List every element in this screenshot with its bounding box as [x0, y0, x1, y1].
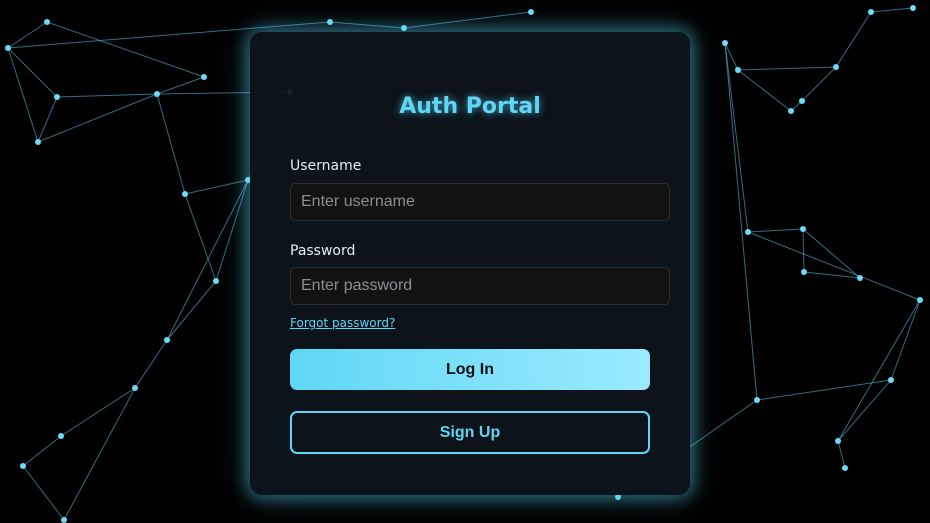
network-node — [801, 269, 807, 275]
network-line — [184, 193, 217, 282]
network-node — [213, 278, 219, 284]
network-line — [724, 42, 758, 401]
network-line — [737, 66, 837, 71]
network-line — [134, 339, 168, 389]
network-node — [788, 108, 794, 114]
network-node — [164, 337, 170, 343]
network-node — [327, 19, 333, 25]
network-line — [837, 440, 846, 469]
network-node — [799, 98, 805, 104]
network-node — [58, 433, 64, 439]
network-line — [890, 299, 921, 381]
password-input[interactable] — [290, 267, 670, 305]
network-node — [182, 191, 188, 197]
network-line — [184, 179, 249, 195]
network-node — [857, 275, 863, 281]
password-label: Password — [290, 243, 356, 259]
network-line — [747, 231, 921, 301]
login-card: Auth Portal Username Password Forgot pas… — [250, 32, 690, 495]
network-line — [802, 228, 805, 273]
network-node — [735, 67, 741, 73]
network-line — [802, 228, 861, 279]
network-line — [166, 179, 249, 341]
network-line — [215, 179, 249, 282]
username-input[interactable] — [290, 183, 670, 221]
network-node — [35, 139, 41, 145]
network-node — [722, 40, 728, 46]
login-button[interactable]: Log In — [290, 349, 650, 390]
network-node — [5, 45, 11, 51]
network-line — [22, 465, 65, 521]
network-node — [888, 377, 894, 383]
network-line — [156, 76, 205, 95]
network-line — [870, 7, 914, 13]
network-line — [46, 21, 205, 78]
page-title: Auth Portal — [399, 94, 541, 119]
network-line — [7, 21, 48, 49]
network-line — [329, 21, 405, 29]
network-node — [754, 397, 760, 403]
network-node — [20, 463, 26, 469]
network-node — [835, 438, 841, 444]
network-node — [132, 385, 138, 391]
network-line — [403, 11, 532, 29]
network-node — [528, 9, 534, 15]
network-line — [837, 299, 921, 442]
network-node — [868, 9, 874, 15]
network-node — [44, 19, 50, 25]
signup-button[interactable]: Sign Up — [290, 411, 650, 454]
network-line — [22, 435, 62, 467]
network-line — [37, 93, 158, 143]
network-line — [156, 93, 186, 195]
network-line — [56, 93, 158, 98]
network-line — [837, 379, 892, 442]
network-node — [917, 297, 923, 303]
network-line — [7, 47, 39, 143]
network-line — [747, 228, 804, 233]
network-node — [201, 74, 207, 80]
network-node — [833, 64, 839, 70]
network-node — [842, 465, 848, 471]
network-line — [756, 379, 892, 401]
network-node — [910, 5, 916, 11]
forgot-password-link[interactable]: Forgot password? — [290, 316, 395, 330]
username-label: Username — [290, 158, 362, 174]
network-line — [737, 69, 792, 112]
network-node — [61, 517, 67, 523]
network-line — [63, 387, 136, 521]
network-line — [60, 387, 136, 437]
network-node — [154, 91, 160, 97]
network-line — [835, 11, 872, 68]
network-node — [401, 25, 407, 31]
network-node — [745, 229, 751, 235]
network-node — [800, 226, 806, 232]
network-node — [54, 94, 60, 100]
network-line — [801, 66, 837, 102]
network-line — [166, 280, 217, 341]
